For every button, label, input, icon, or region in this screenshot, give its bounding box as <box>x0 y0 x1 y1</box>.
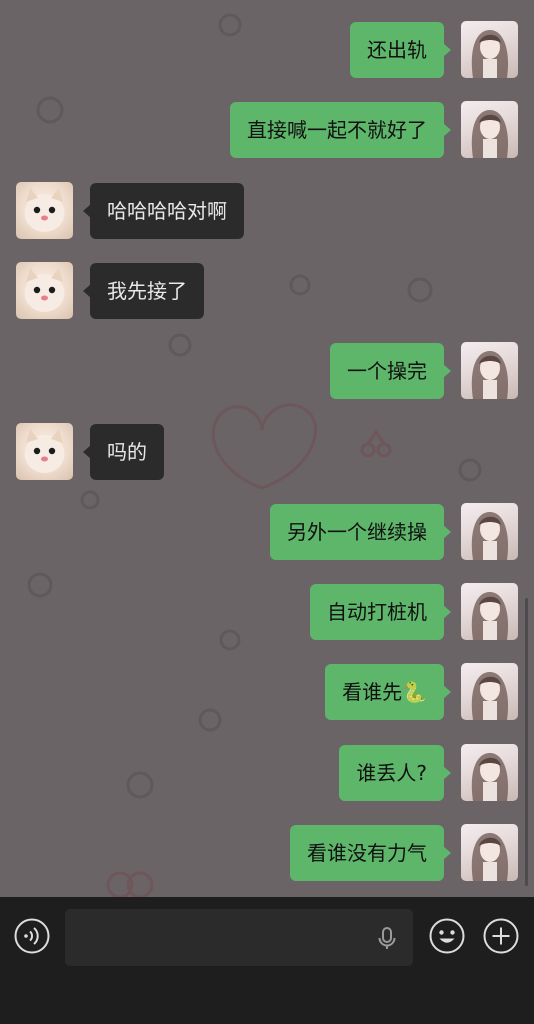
message-bubble[interactable]: 看谁没有力气 <box>290 825 451 881</box>
message-row: 直接喊一起不就好了 <box>0 101 534 159</box>
avatar[interactable] <box>16 262 73 319</box>
chat-area[interactable]: 还出轨直接喊一起不就好了哈哈哈哈对啊 我先接了一个操完吗的另外一个继续操自动打桩机… <box>0 0 534 897</box>
avatar[interactable] <box>461 744 518 801</box>
message-row: 另外一个继续操 <box>0 503 534 561</box>
avatar[interactable] <box>461 342 518 399</box>
message-bubble[interactable]: 还出轨 <box>350 22 451 78</box>
input-bar <box>0 897 534 1024</box>
message-row: 还出轨 <box>0 21 534 79</box>
avatar[interactable] <box>461 21 518 78</box>
avatar[interactable] <box>16 182 73 239</box>
message-bubble[interactable]: 直接喊一起不就好了 <box>230 102 451 158</box>
message-row: 吗的 <box>0 423 534 481</box>
message-bubble[interactable]: 吗的 <box>83 424 164 480</box>
message-bubble[interactable]: 哈哈哈哈对啊 <box>83 183 244 239</box>
scrollbar[interactable] <box>525 598 528 886</box>
message-row: 哈哈哈哈对啊 <box>0 182 534 240</box>
emoji-icon[interactable] <box>428 917 466 955</box>
plus-icon[interactable] <box>482 917 520 955</box>
avatar[interactable] <box>461 101 518 158</box>
message-row: 我先接了 <box>0 262 534 320</box>
avatar[interactable] <box>461 583 518 640</box>
message-bubble[interactable]: 自动打桩机 <box>310 584 451 640</box>
avatar[interactable] <box>16 423 73 480</box>
message-row: 看谁先🐍 <box>0 663 534 721</box>
message-bubble[interactable]: 另外一个继续操 <box>270 504 451 560</box>
message-bubble[interactable]: 我先接了 <box>83 263 204 319</box>
message-row: 谁丢人? <box>0 744 534 802</box>
message-row: 看谁没有力气 <box>0 824 534 882</box>
voice-icon[interactable] <box>13 917 51 955</box>
avatar[interactable] <box>461 663 518 720</box>
message-bubble[interactable]: 谁丢人? <box>339 745 451 801</box>
message-bubble[interactable]: 一个操完 <box>330 343 451 399</box>
microphone-icon[interactable] <box>368 919 406 957</box>
message-row: 一个操完 <box>0 342 534 400</box>
message-bubble[interactable]: 看谁先🐍 <box>325 664 451 720</box>
avatar[interactable] <box>461 824 518 881</box>
message-row: 自动打桩机 <box>0 583 534 641</box>
message-input[interactable] <box>65 909 413 966</box>
avatar[interactable] <box>461 503 518 560</box>
